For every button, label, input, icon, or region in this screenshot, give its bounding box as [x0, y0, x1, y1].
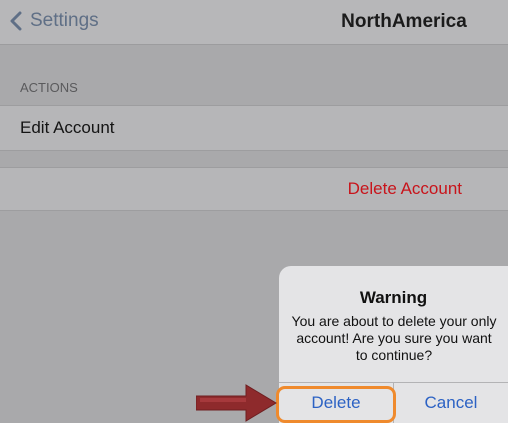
- back-label: Settings: [30, 10, 99, 31]
- arrow-right-icon: [196, 384, 277, 422]
- delete-account-label: Delete Account: [347, 179, 462, 198]
- alert-message: You are about to delete your only accoun…: [291, 313, 497, 363]
- alert-title: Warning: [359, 288, 428, 307]
- chevron-left-icon: [10, 11, 22, 31]
- page-title: NorthAmerica: [341, 11, 467, 32]
- section-header-actions: ACTIONS: [20, 80, 78, 95]
- back-button[interactable]: Settings: [10, 10, 99, 32]
- delete-button-highlight: [276, 386, 396, 423]
- edit-account-label: Edit Account: [20, 118, 115, 137]
- delete-account-row[interactable]: Delete Account: [0, 167, 508, 211]
- alert-cancel-button[interactable]: Cancel: [394, 383, 508, 423]
- navigation-bar: Settings NorthAmerica: [0, 0, 508, 45]
- edit-account-row[interactable]: Edit Account: [0, 105, 508, 151]
